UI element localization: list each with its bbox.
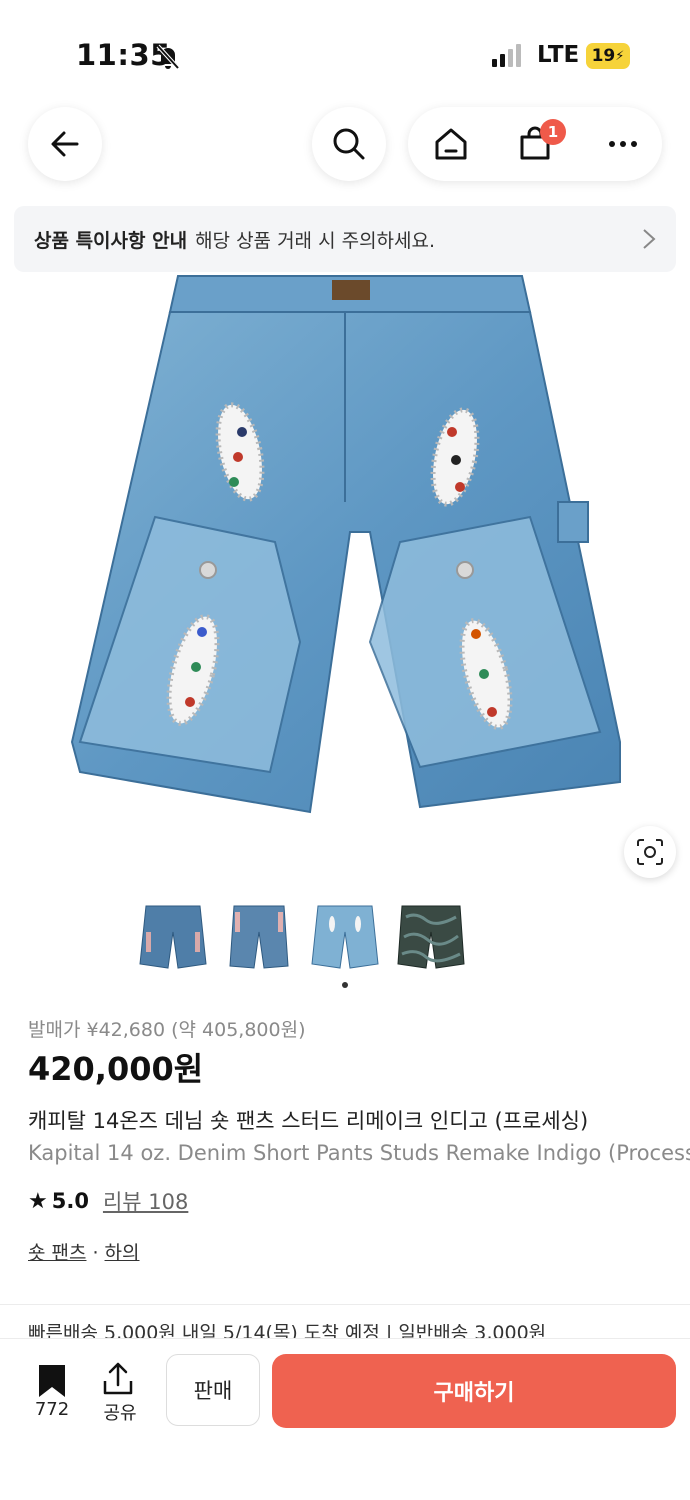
rating-score: 5.0 — [51, 1189, 89, 1213]
share-icon — [103, 1362, 133, 1395]
carousel-indicator — [342, 982, 348, 988]
search-icon — [333, 128, 365, 160]
category-breadcrumb: 숏 팬츠 · 하의 — [28, 1238, 140, 1265]
thumbnail-3[interactable] — [310, 902, 380, 972]
bookmark-icon — [39, 1365, 65, 1397]
bell-off-icon — [156, 44, 180, 70]
section-divider — [0, 1304, 690, 1305]
bookmark-button[interactable] — [30, 1363, 74, 1403]
search-button[interactable] — [312, 107, 386, 181]
bookmark-count: 772 — [34, 1399, 70, 1420]
thumbnail-1[interactable] — [138, 902, 208, 972]
rating-row: ★ 5.0 리뷰 108 — [28, 1186, 188, 1216]
shipping-text: 빠른배송 5,000원 내일 5/14(목) 도착 예정 | 일반배송 3,00… — [28, 1324, 547, 1338]
thumbnail-4[interactable] — [396, 902, 466, 972]
home-icon — [435, 128, 467, 160]
network-label: LTE — [537, 42, 580, 68]
lens-icon — [637, 839, 663, 865]
notice-text: 해당 상품 거래 시 주의하세요. — [195, 229, 436, 252]
shipping-options-peek[interactable]: 빠른배송 5,000원 내일 5/14(목) 도착 예정 | 일반배송 3,00… — [28, 1324, 668, 1338]
product-name-ko: 캐피탈 14온즈 데님 숏 팬츠 스터드 리메이크 인디고 (프로세싱) — [28, 1109, 589, 1133]
current-price: 420,000원 — [28, 1050, 204, 1088]
product-main-image[interactable] — [60, 272, 630, 832]
share-label: 공유 — [103, 1403, 137, 1424]
release-price: 발매가 ¥42,680 (약 405,800원) — [28, 1019, 306, 1041]
share-button[interactable] — [100, 1361, 140, 1401]
thumbnail-2[interactable] — [224, 902, 294, 972]
status-bar: 11:35 LTE 19 ⚡ — [0, 0, 690, 100]
battery-level: 19 — [591, 46, 616, 66]
chevron-right-icon — [643, 229, 656, 249]
home-button[interactable] — [414, 107, 488, 181]
image-search-button[interactable] — [624, 826, 676, 878]
star-icon: ★ — [28, 1188, 48, 1214]
back-button[interactable] — [28, 107, 102, 181]
buy-button[interactable]: 구매하기 — [272, 1354, 676, 1428]
cart-badge: 1 — [540, 119, 566, 145]
cart-button[interactable] — [498, 107, 572, 181]
bottom-action-bar: 772 공유 판매 구매하기 — [0, 1338, 690, 1500]
product-name-en: Kapital 14 oz. Denim Short Pants Studs R… — [28, 1141, 690, 1165]
review-link[interactable]: 리뷰 108 — [103, 1186, 188, 1216]
category-separator: · — [92, 1242, 99, 1264]
more-button[interactable] — [586, 107, 660, 181]
arrow-left-icon — [51, 131, 79, 157]
nav-action-group: 1 — [408, 107, 662, 181]
product-notice-banner[interactable]: 상품 특이사항 안내 해당 상품 거래 시 주의하세요. — [14, 206, 676, 272]
image-thumbnails — [0, 902, 690, 972]
category-link-shorts[interactable]: 숏 팬츠 — [28, 1242, 86, 1264]
category-link-bottoms[interactable]: 하의 — [105, 1242, 140, 1264]
sell-button[interactable]: 판매 — [166, 1354, 260, 1426]
more-horizontal-icon — [609, 141, 637, 147]
notice-title: 상품 특이사항 안내 — [34, 229, 188, 252]
battery-icon: 19 ⚡ — [586, 43, 630, 69]
signal-icon — [492, 44, 521, 67]
